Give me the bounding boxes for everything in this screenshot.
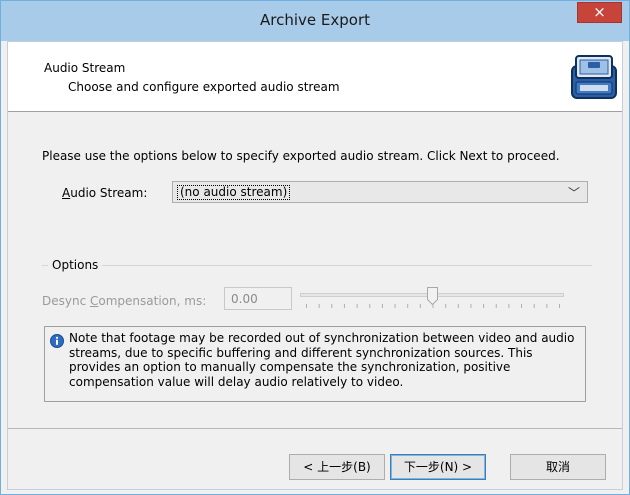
title-bar[interactable]: Archive Export × bbox=[1, 1, 629, 41]
chevron-down-icon: ﹀ bbox=[567, 186, 580, 200]
sync-note-text: Note that footage may be recorded out of… bbox=[69, 331, 575, 389]
desync-compensation-label: Desync Compensation, ms: bbox=[42, 294, 207, 308]
intro-text: Please use the options below to specify … bbox=[42, 149, 560, 163]
footer-divider bbox=[8, 428, 622, 429]
slider-thumb[interactable] bbox=[426, 287, 438, 305]
audio-stream-label: Audio Stream: bbox=[62, 186, 148, 200]
back-button[interactable]: < 上一步(B) bbox=[289, 454, 385, 480]
next-button[interactable]: 下一步(N) > bbox=[390, 454, 486, 480]
wizard-page: Audio Stream Choose and configure export… bbox=[7, 41, 623, 490]
archive-case-icon bbox=[571, 55, 617, 99]
close-button[interactable]: × bbox=[577, 2, 622, 23]
desync-compensation-field[interactable]: 0.00 bbox=[224, 287, 292, 310]
close-icon: × bbox=[593, 3, 606, 21]
audio-stream-dropdown[interactable]: (no audio stream) ﹀ bbox=[172, 181, 588, 203]
desync-compensation-slider[interactable] bbox=[300, 287, 570, 313]
info-icon bbox=[50, 334, 64, 348]
archive-export-window: Archive Export × Audio Stream Choose and… bbox=[0, 0, 630, 495]
audio-stream-value: (no audio stream) bbox=[177, 185, 291, 200]
options-group-divider bbox=[42, 265, 592, 266]
slider-ticks bbox=[306, 304, 560, 308]
wizard-header: Audio Stream Choose and configure export… bbox=[8, 42, 622, 112]
cancel-button[interactable]: 取消 bbox=[510, 454, 606, 480]
options-group-label: Options bbox=[48, 258, 103, 272]
window-title: Archive Export bbox=[260, 11, 370, 29]
sync-note-box: Note that footage may be recorded out of… bbox=[44, 326, 586, 402]
page-title: Audio Stream bbox=[44, 61, 126, 75]
page-subtitle: Choose and configure exported audio stre… bbox=[68, 80, 340, 94]
